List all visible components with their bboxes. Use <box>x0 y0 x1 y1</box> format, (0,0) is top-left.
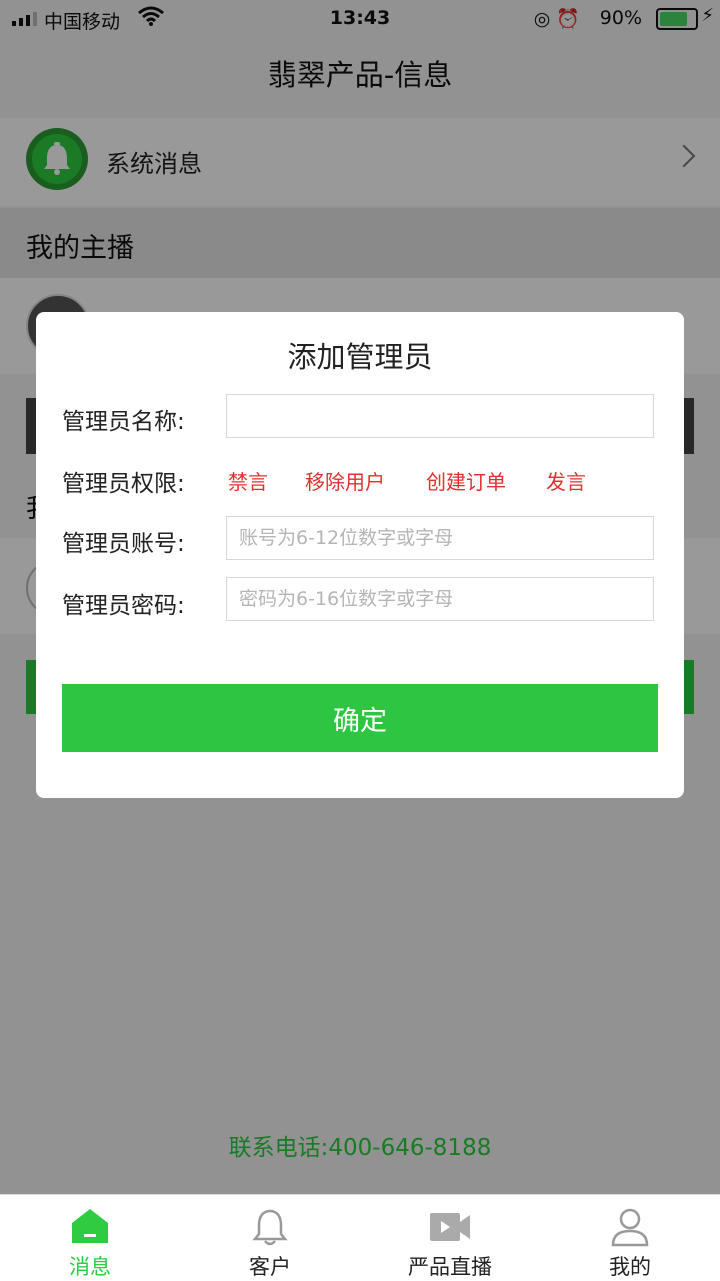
tab-live[interactable]: 严品直播 <box>360 1195 540 1281</box>
admin-account-input[interactable] <box>226 516 654 560</box>
tab-bar: 消息 客户 严品直播 我的 <box>0 1194 720 1281</box>
dialog-title: 添加管理员 <box>287 340 433 374</box>
tab-customers[interactable]: 客户 <box>180 1195 360 1281</box>
permission-create-order[interactable]: 创建订单 <box>426 466 506 495</box>
admin-account-label: 管理员账号: <box>62 531 185 557</box>
tab-profile[interactable]: 我的 <box>540 1195 720 1281</box>
bell-icon <box>252 1209 288 1246</box>
video-icon <box>430 1213 470 1241</box>
permission-remove-user[interactable]: 移除用户 <box>305 466 385 495</box>
tab-label: 客户 <box>249 1255 291 1279</box>
tab-label: 我的 <box>609 1255 651 1279</box>
tab-label: 消息 <box>69 1255 111 1279</box>
tab-messages[interactable]: 消息 <box>0 1195 180 1281</box>
permission-speak[interactable]: 发言 <box>546 466 586 495</box>
confirm-button[interactable]: 确定 <box>62 684 658 752</box>
tab-label: 严品直播 <box>408 1255 492 1279</box>
permission-mute[interactable]: 禁言 <box>228 466 268 495</box>
admin-permission-label: 管理员权限: <box>62 471 185 497</box>
admin-name-label: 管理员名称: <box>62 409 185 435</box>
admin-password-input[interactable] <box>226 577 654 621</box>
user-icon <box>611 1208 649 1247</box>
message-icon <box>72 1209 108 1243</box>
admin-name-input[interactable] <box>226 394 654 438</box>
admin-password-label: 管理员密码: <box>62 593 185 619</box>
add-admin-dialog: 添加管理员 管理员名称: 管理员权限: 禁言 移除用户 创建订单 发言 管理员账… <box>36 312 684 798</box>
